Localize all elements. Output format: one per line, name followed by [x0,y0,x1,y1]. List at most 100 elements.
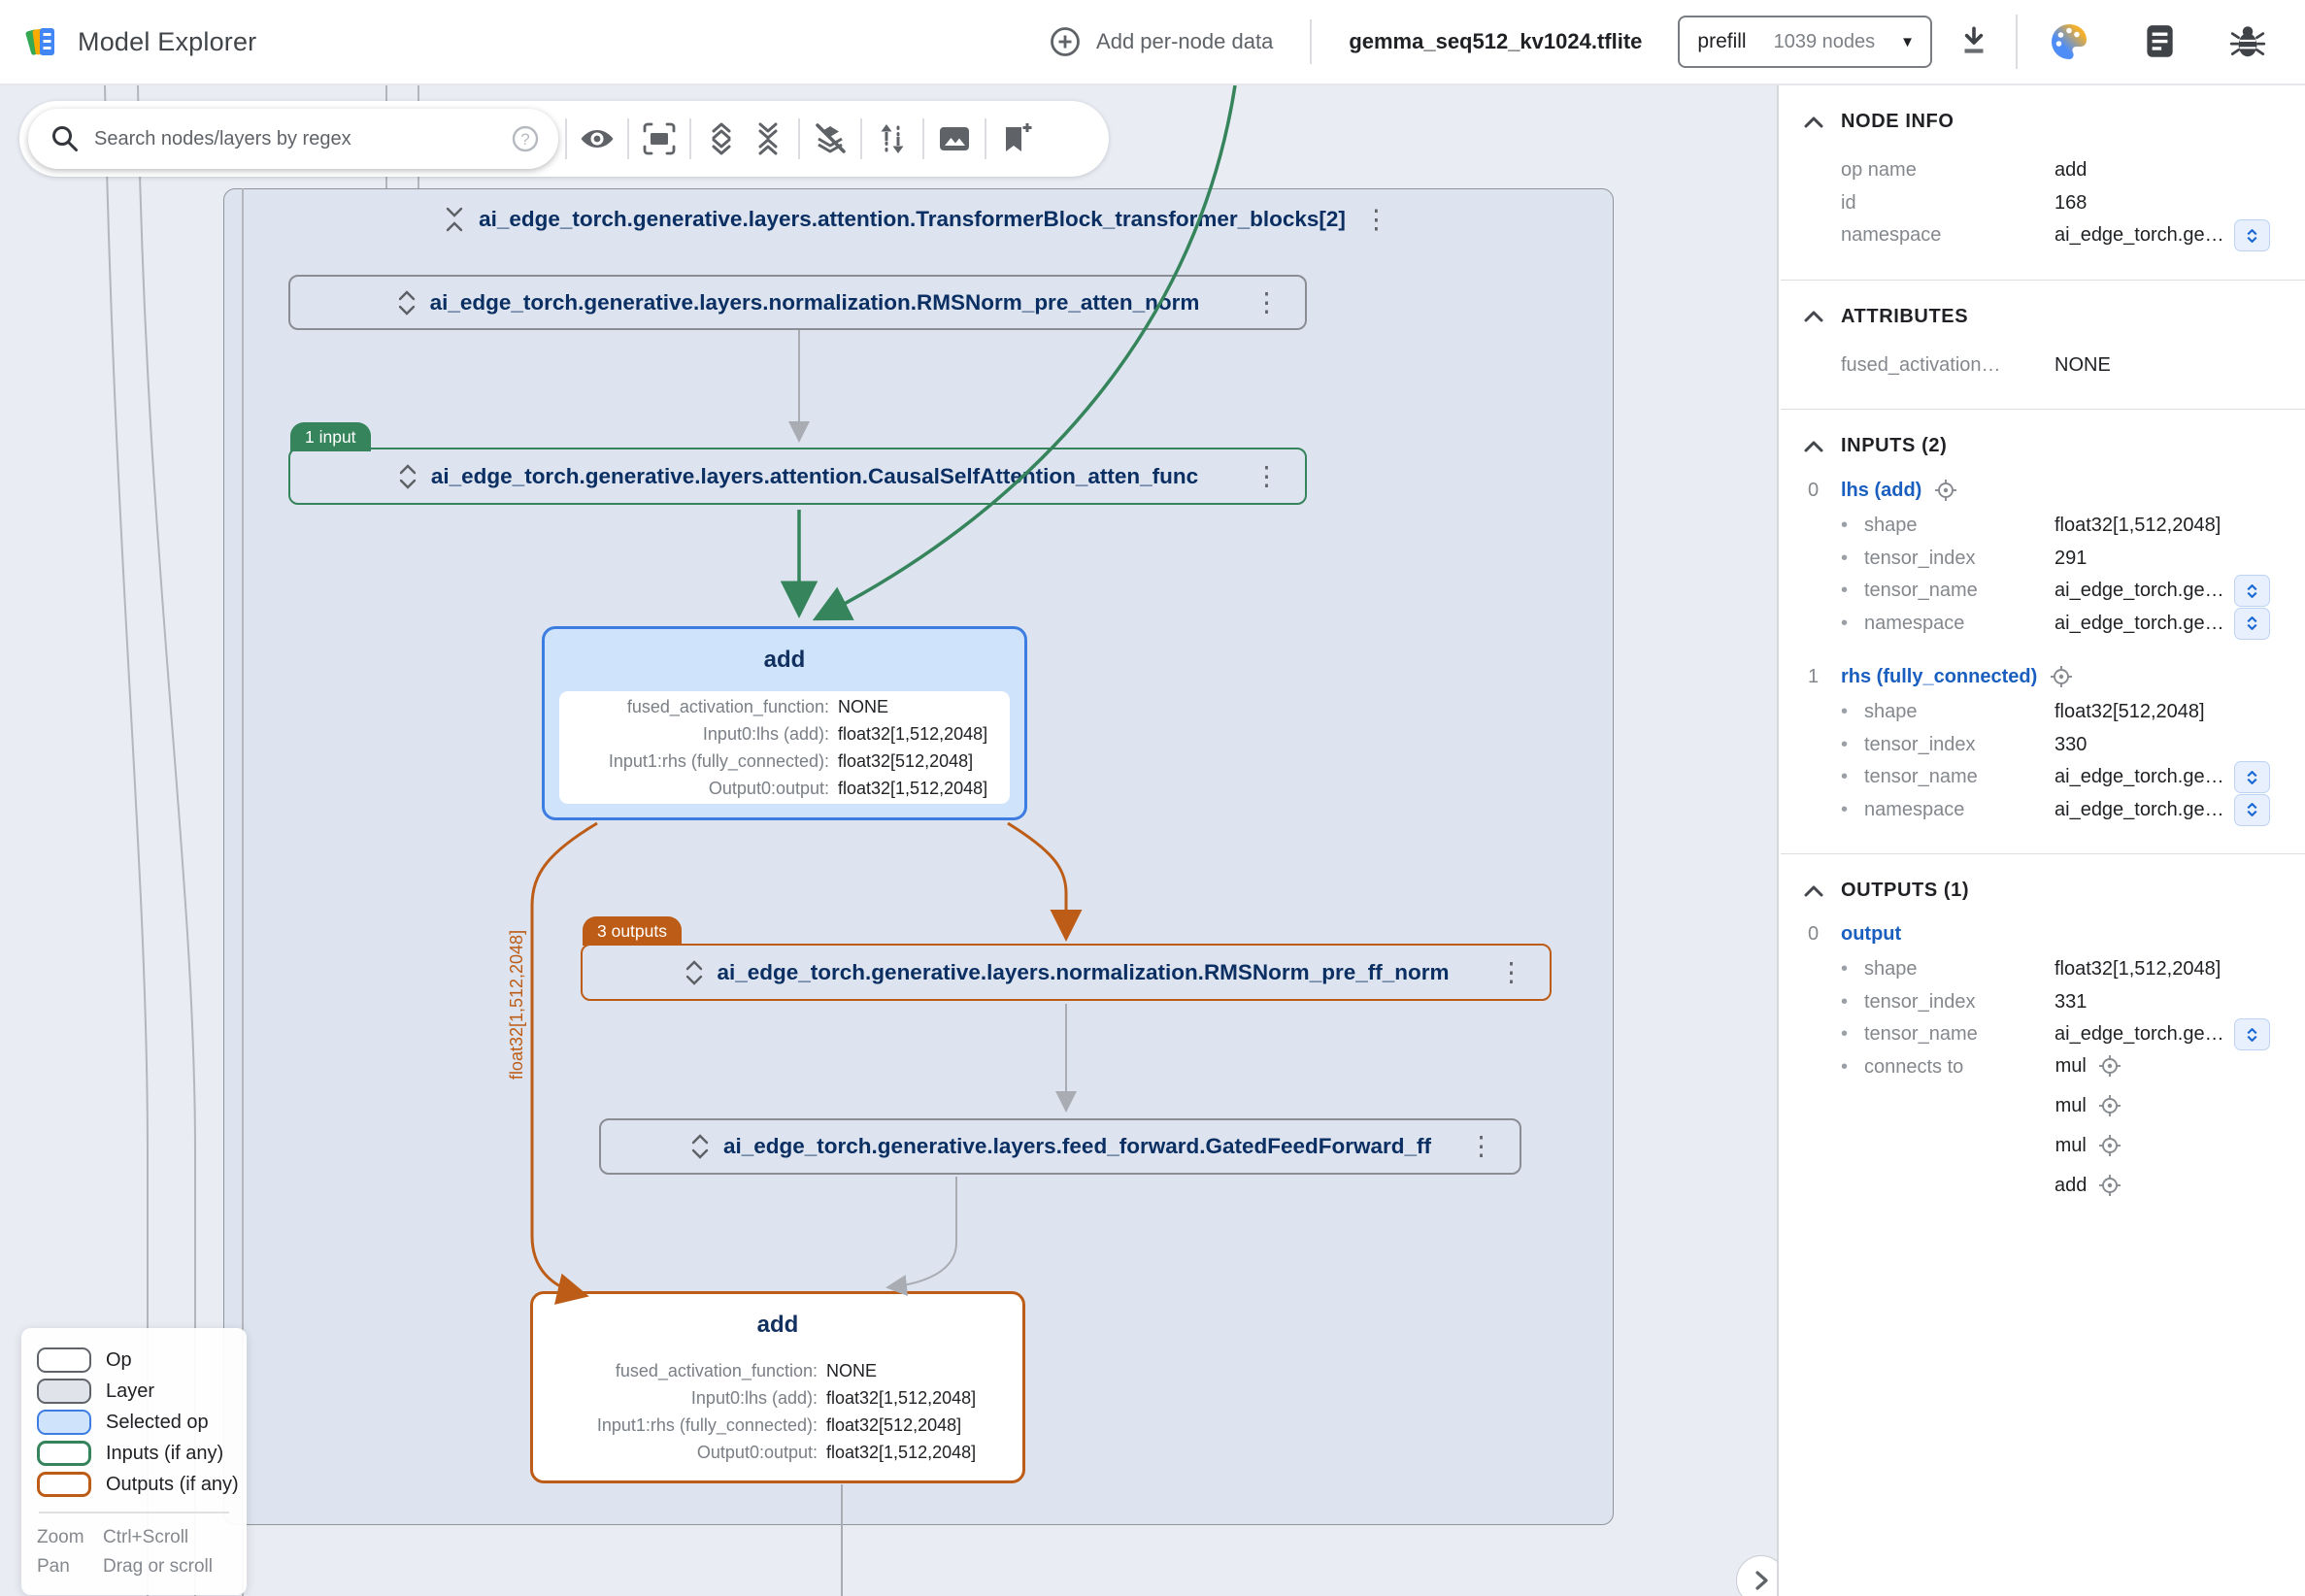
row-label: id [1841,187,2054,220]
connected-node-name[interactable]: mul [2055,1091,2087,1121]
header-divider [1310,19,1312,64]
expand-collapse-icon [2245,583,2259,599]
download-button[interactable] [1955,23,1992,60]
bookmark-add-icon [997,119,1036,158]
locate-node-icon[interactable] [2098,1054,2121,1078]
add-per-node-data-button[interactable]: Add per-node data [1049,25,1273,58]
expand-value-button[interactable] [2234,608,2270,640]
model-explorer-logo-icon [23,21,64,62]
expand-node-icon[interactable] [396,288,418,317]
toolbar-divider [689,118,691,159]
node-rmsnorm-pre-ff[interactable]: ai_edge_torch.generative.layers.normaliz… [581,944,1552,1001]
collapse-layer-icon[interactable] [444,205,465,234]
open-panel-button[interactable] [1736,1555,1779,1596]
layer-menu-icon[interactable]: ⋮ [1359,207,1393,233]
op-attributes: fused_activation_function:NONE Input0:lh… [559,691,1010,804]
node-add-selected[interactable]: add fused_activation_function:NONE Input… [542,626,1027,820]
expand-value-button[interactable] [2234,761,2270,793]
node-menu-icon[interactable]: ⋮ [1494,959,1528,985]
search-help-icon[interactable]: ? [510,123,541,154]
toolbar-divider [985,118,986,159]
search-box[interactable]: ? [28,109,558,169]
tensor-row: •tensor_nameai_edge_torch.ge… [1841,761,2291,794]
output-name-link[interactable]: output [1841,923,1901,946]
inputs-header[interactable]: INPUTS (2) [1841,435,2291,457]
locate-node-icon[interactable] [1934,479,1957,502]
attributes-header[interactable]: ATTRIBUTES [1841,306,2291,328]
outputs-header[interactable]: OUTPUTS (1) [1841,880,2291,902]
attributes-section: ATTRIBUTES fused_activation… NONE [1781,281,2305,411]
search-input[interactable] [94,128,510,150]
graph-selector-dropdown[interactable]: prefill 1039 nodes ▼ [1678,16,1932,68]
input-name-link[interactable]: lhs (add) [1841,480,1921,502]
collapse-all-layers-button[interactable] [745,116,791,162]
tensor-row: •shapefloat32[512,2048] [1841,696,2291,729]
input-count-badge: 1 input [290,422,371,451]
shortcut-zoom: Zoom Ctrl+Scroll [37,1523,231,1552]
graph-canvas[interactable]: ai_edge_torch.generative.layers.attentio… [0,85,1779,1596]
expand-value-button[interactable] [2234,219,2270,251]
info-row: id 168 [1841,187,2291,220]
badge-label: 3 outputs [597,921,667,942]
expand-node-icon[interactable] [689,1132,711,1161]
bug-icon [2227,21,2268,62]
row-value: 168 [2054,187,2087,220]
report-bug-button[interactable] [2227,21,2268,62]
row-label: shape [1864,953,2054,986]
expand-all-layers-button[interactable] [698,116,745,162]
expand-collapse-icon [2245,615,2259,631]
fit-to-screen-button[interactable] [636,116,683,162]
flatten-layers-button[interactable] [807,116,853,162]
input-name-link[interactable]: rhs (fully_connected) [1841,666,2037,688]
locate-node-icon[interactable] [2098,1134,2121,1157]
expand-value-button[interactable] [2234,1018,2270,1050]
connected-node-name[interactable]: add [2054,1171,2087,1201]
connected-node-name[interactable]: mul [2055,1051,2087,1081]
node-causal-self-attention[interactable]: ai_edge_torch.generative.layers.attentio… [288,448,1307,505]
node-menu-icon[interactable]: ⋮ [1250,463,1284,489]
legend-item-inputs: Inputs (if any) [37,1438,231,1469]
tensor-row: •namespaceai_edge_torch.ge… [1841,794,2291,827]
connects-to-row: • connects to mul mul mul add [1841,1051,2291,1201]
layer-header[interactable]: ai_edge_torch.generative.layers.attentio… [224,189,1613,249]
outputs-section: OUTPUTS (1) 0 output •shapefloat32[1,512… [1781,854,2305,1228]
row-label: namespace [1841,219,2054,252]
bullet: • [1841,729,1864,762]
locate-node-icon[interactable] [2050,665,2073,688]
expand-node-icon[interactable] [397,462,418,491]
add-bookmark-button[interactable] [993,116,1040,162]
locate-node-icon[interactable] [2098,1094,2121,1117]
layers-off-icon [811,119,850,158]
node-menu-icon[interactable]: ⋮ [1250,289,1284,316]
toggle-visibility-button[interactable] [574,116,620,162]
node-add-output[interactable]: add fused_activation_function:NONE Input… [530,1291,1025,1483]
node-menu-icon[interactable]: ⋮ [1464,1134,1498,1160]
expand-value-button[interactable] [2234,575,2270,607]
expand-collapse-icon [2245,228,2259,244]
collapse-all-icon [749,119,787,158]
attr-label: Output0:output: [559,775,838,802]
attr-value: float32[1,512,2048] [838,775,987,802]
expand-value-button[interactable] [2234,794,2270,826]
node-rmsnorm-pre-atten[interactable]: ai_edge_torch.generative.layers.normaliz… [288,275,1307,330]
expand-all-icon [702,119,741,158]
node-info-header[interactable]: NODE INFO [1841,111,2291,133]
tensor-row: •tensor_index291 [1841,543,2291,576]
row-value: ai_edge_torch.ge… [2054,608,2224,641]
bullet: • [1841,510,1864,543]
export-image-button[interactable] [931,116,978,162]
theme-palette-button[interactable] [2047,19,2091,64]
attr-label: Input0:lhs (add): [548,1384,826,1412]
connected-node-name[interactable]: mul [2055,1131,2087,1161]
document-list-icon [2140,22,2179,61]
collapse-section-icon [1803,883,1824,899]
docs-button[interactable] [2140,22,2179,61]
locate-node-icon[interactable] [2098,1174,2121,1197]
node-gated-feed-forward[interactable]: ai_edge_torch.generative.layers.feed_for… [599,1118,1521,1175]
reorder-button[interactable] [869,116,916,162]
layer-title: ai_edge_torch.generative.layers.attentio… [479,207,1346,232]
toolbar-divider [565,118,567,159]
expand-node-icon[interactable] [684,958,705,987]
toolbar-divider [798,118,800,159]
row-value: float32[512,2048] [2054,696,2205,729]
